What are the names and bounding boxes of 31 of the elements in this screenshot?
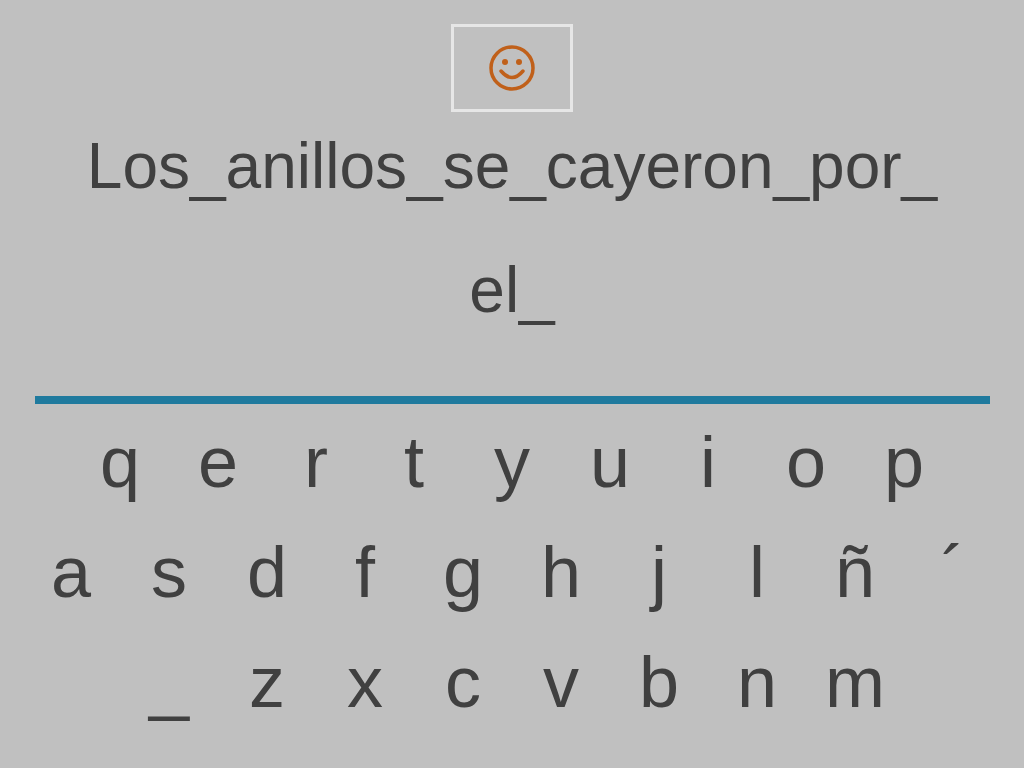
letter-key[interactable]: m — [806, 632, 904, 732]
letter-key[interactable]: h — [512, 522, 610, 622]
letter-key[interactable]: g — [414, 522, 512, 622]
letter-key[interactable]: u — [561, 412, 659, 512]
letter-key[interactable]: b — [610, 632, 708, 732]
letter-key[interactable]: n — [708, 632, 806, 732]
smiley-icon — [488, 44, 536, 92]
letter-key[interactable]: r — [267, 412, 365, 512]
letter-key[interactable]: e — [169, 412, 267, 512]
letter-key[interactable]: a — [22, 522, 120, 622]
letter-key[interactable]: ´ — [904, 522, 1002, 622]
letter-key[interactable]: z — [218, 632, 316, 732]
sentence-line: Los_anillos_se_cayeron_por_ — [86, 130, 938, 202]
letter-key[interactable]: f — [316, 522, 414, 622]
letter-key[interactable]: j — [610, 522, 708, 622]
letter-key[interactable]: l — [708, 522, 806, 622]
letter-key[interactable]: q — [71, 412, 169, 512]
letter-key[interactable]: p — [855, 412, 953, 512]
letter-key[interactable]: s — [120, 522, 218, 622]
letter-key[interactable]: o — [757, 412, 855, 512]
letter-key[interactable]: i — [659, 412, 757, 512]
letter-key[interactable]: x — [316, 632, 414, 732]
letter-key[interactable]: c — [414, 632, 512, 732]
smiley-button[interactable] — [451, 24, 573, 112]
letter-key[interactable]: _ — [120, 632, 218, 732]
letter-key[interactable]: ñ — [806, 522, 904, 622]
sentence-line: el_ — [469, 254, 555, 326]
letter-key[interactable]: t — [365, 412, 463, 512]
letter-key[interactable]: d — [218, 522, 316, 622]
letter-key[interactable]: v — [512, 632, 610, 732]
letter-key[interactable]: y — [463, 412, 561, 512]
